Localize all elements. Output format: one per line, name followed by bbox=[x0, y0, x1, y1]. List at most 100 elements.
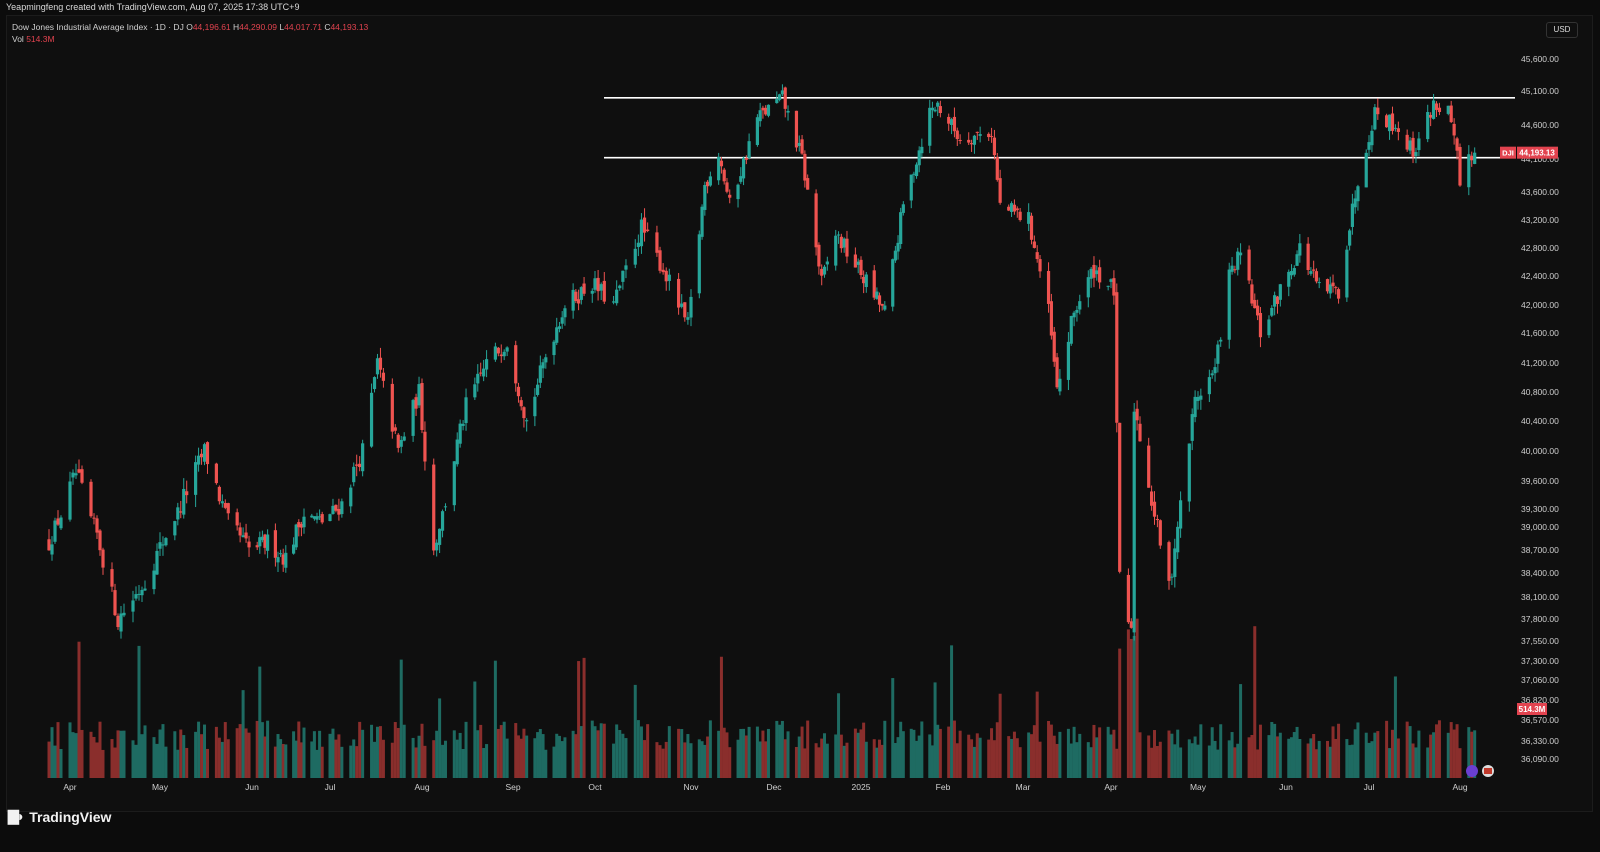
candle-body bbox=[1426, 112, 1430, 140]
volume-bar bbox=[920, 721, 924, 778]
volume-bar bbox=[220, 741, 224, 778]
volume-bar bbox=[995, 722, 999, 778]
volume-bar bbox=[1055, 743, 1059, 778]
candle-body bbox=[677, 278, 681, 308]
volume-bar bbox=[639, 726, 643, 778]
candle-body bbox=[179, 511, 183, 513]
candle-body bbox=[476, 373, 480, 384]
volume-bar bbox=[839, 734, 843, 778]
volume-bar bbox=[458, 732, 462, 778]
candle-body bbox=[1473, 152, 1477, 164]
candle-body bbox=[560, 317, 564, 324]
volume-bar bbox=[205, 748, 209, 778]
volume-bar bbox=[349, 745, 353, 778]
candle-body bbox=[717, 156, 721, 181]
volume-bar bbox=[1353, 729, 1357, 778]
volume-bar bbox=[122, 730, 126, 778]
volume-bar bbox=[203, 724, 207, 778]
volume-bar bbox=[179, 729, 183, 778]
volume-bar bbox=[602, 723, 606, 778]
candle-body bbox=[74, 473, 78, 476]
candle-body bbox=[639, 219, 644, 247]
volume-bar bbox=[1278, 732, 1282, 778]
candle-body bbox=[143, 588, 147, 591]
candle-body bbox=[817, 244, 821, 267]
volume-bar bbox=[1414, 747, 1418, 778]
candle-body bbox=[1176, 526, 1180, 553]
volume-bar bbox=[173, 731, 177, 778]
candle-body bbox=[1032, 241, 1036, 248]
candle-body bbox=[238, 527, 242, 536]
candle-body bbox=[853, 254, 857, 268]
price-tick-label: 36,090.00 bbox=[1521, 754, 1559, 764]
candle-body bbox=[328, 514, 332, 521]
time-tick-label: Aug bbox=[1452, 782, 1467, 792]
candle-body bbox=[596, 277, 600, 292]
candle-body bbox=[59, 517, 63, 529]
candle-body bbox=[987, 133, 991, 138]
candle-body bbox=[590, 290, 594, 294]
volume-bar bbox=[677, 728, 681, 778]
candle-body bbox=[533, 396, 537, 417]
candle-body bbox=[1238, 252, 1243, 256]
candle-body bbox=[435, 542, 439, 551]
time-tick-label: Jul bbox=[1364, 782, 1375, 792]
candle-body bbox=[423, 431, 427, 462]
candle-body bbox=[284, 552, 288, 568]
candle-body bbox=[131, 600, 135, 612]
price-tick-label: 40,400.00 bbox=[1521, 416, 1559, 426]
candle-body bbox=[1207, 377, 1211, 395]
volume-bar bbox=[281, 744, 285, 778]
volume-bar bbox=[1173, 744, 1177, 778]
candle-body bbox=[1411, 137, 1415, 157]
volume-bar bbox=[1437, 720, 1441, 778]
candle-body bbox=[1289, 271, 1294, 276]
volume-bar bbox=[1396, 738, 1400, 778]
volume-bar bbox=[952, 720, 956, 778]
volume-bar bbox=[978, 737, 982, 778]
volume-bar bbox=[238, 724, 242, 778]
candle-body bbox=[1075, 309, 1079, 313]
candle-body bbox=[1247, 249, 1251, 281]
volume-bar bbox=[643, 740, 647, 778]
candle-body bbox=[969, 143, 974, 145]
candle-body bbox=[658, 250, 662, 271]
volume-bar bbox=[901, 731, 905, 778]
candle-body bbox=[739, 176, 743, 182]
volume-bar bbox=[1364, 732, 1368, 778]
volume-bar bbox=[505, 738, 509, 778]
volume-bar bbox=[1326, 740, 1329, 778]
volume-bar bbox=[200, 734, 204, 778]
candle-body bbox=[1095, 270, 1099, 275]
price-tag-symbol: DJI bbox=[1502, 149, 1514, 158]
candle-body bbox=[797, 142, 801, 146]
tradingview-brand[interactable]: ▇◗ TradingView bbox=[8, 808, 111, 825]
volume-bar bbox=[862, 722, 866, 778]
candle-body bbox=[244, 532, 248, 539]
volume-bar bbox=[766, 728, 770, 778]
volume-bar bbox=[936, 724, 940, 778]
price-tick-label: 42,800.00 bbox=[1521, 243, 1559, 253]
candle-body bbox=[443, 506, 448, 508]
volume-bar bbox=[725, 732, 729, 778]
candle-body bbox=[220, 501, 224, 504]
candle-body bbox=[205, 442, 210, 465]
candle-body bbox=[47, 539, 51, 551]
candle-body bbox=[775, 99, 779, 104]
candle-body bbox=[896, 242, 900, 252]
time-tick-label: Aug bbox=[414, 782, 429, 792]
candlestick-chart[interactable]: 45,600.0045,100.0044,600.0044,100.0043,6… bbox=[0, 0, 1600, 852]
candle-body bbox=[806, 178, 810, 190]
candle-body bbox=[1152, 501, 1157, 517]
volume-bar bbox=[1129, 638, 1133, 778]
volume-bar bbox=[1012, 731, 1016, 778]
volume-bar bbox=[1258, 724, 1262, 778]
candle-body bbox=[496, 347, 500, 354]
volume-bar bbox=[703, 744, 707, 778]
volume-bar bbox=[1350, 744, 1354, 778]
candle-body bbox=[402, 436, 406, 441]
volume-bar bbox=[563, 737, 567, 778]
volume-bar bbox=[755, 726, 759, 778]
volume-bar bbox=[560, 741, 564, 778]
candle-body bbox=[1018, 211, 1022, 221]
